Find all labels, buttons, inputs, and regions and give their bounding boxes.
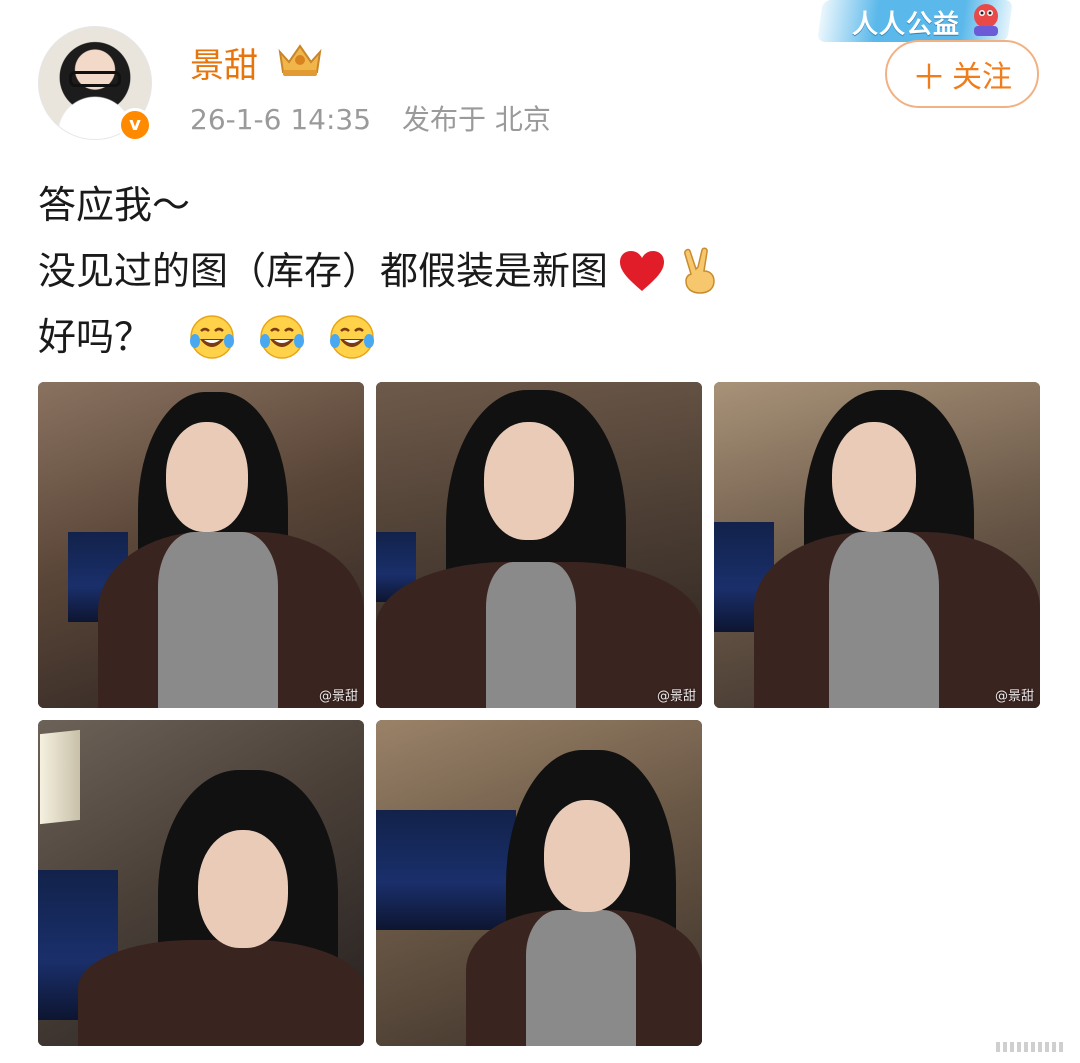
post-meta: 26-1-6 14:35 发布于 北京 (190, 98, 551, 138)
post-location: 发布于 北京 (401, 103, 551, 136)
victory-hand-icon (684, 247, 715, 294)
post-line: 答应我～ (38, 172, 720, 238)
photo-watermark: @景甜 (318, 689, 358, 704)
charity-badge-label[interactable]: 人人公益 (852, 4, 960, 41)
laughing-tears-icon (330, 315, 375, 359)
photo-thumbnail-3[interactable]: @景甜 (714, 382, 1040, 708)
laughing-tears-icon (190, 315, 235, 359)
post-text-line-2: 没见过的图（库存）都假装是新图 (38, 249, 609, 293)
photo-thumbnail-5[interactable] (376, 720, 702, 1046)
photo-thumbnail-1[interactable]: @景甜 (38, 382, 364, 708)
follow-button[interactable]: ＋ 关注 (885, 40, 1039, 108)
author-name[interactable]: 景甜 (190, 38, 258, 87)
crown-icon (278, 44, 322, 76)
mascot-icon (974, 4, 998, 36)
post-text-line-3: 好吗？ (38, 315, 153, 359)
photo-thumbnail-2[interactable]: @景甜 (376, 382, 702, 708)
scroll-indicator-icon (996, 1042, 1063, 1052)
verified-badge-icon: v (118, 108, 152, 142)
photo-watermark: @景甜 (656, 689, 696, 704)
post-line: 好吗？ (38, 304, 720, 370)
photo-watermark: @景甜 (994, 689, 1034, 704)
glasses-shape (69, 71, 121, 87)
photo-thumbnail-4[interactable] (38, 720, 364, 1046)
follow-button-label: 关注 (952, 60, 1012, 95)
laughing-tears-icon (260, 315, 305, 359)
post-timestamp: 26-1-6 14:35 (190, 103, 372, 136)
post-line: 没见过的图（库存）都假装是新图 (38, 238, 720, 304)
plus-icon: ＋ (912, 57, 946, 98)
heart-icon (620, 251, 665, 291)
post-text-line-1: 答应我～ (38, 183, 191, 227)
post-body: 答应我～ 没见过的图（库存）都假装是新图 好吗？ (38, 172, 720, 370)
